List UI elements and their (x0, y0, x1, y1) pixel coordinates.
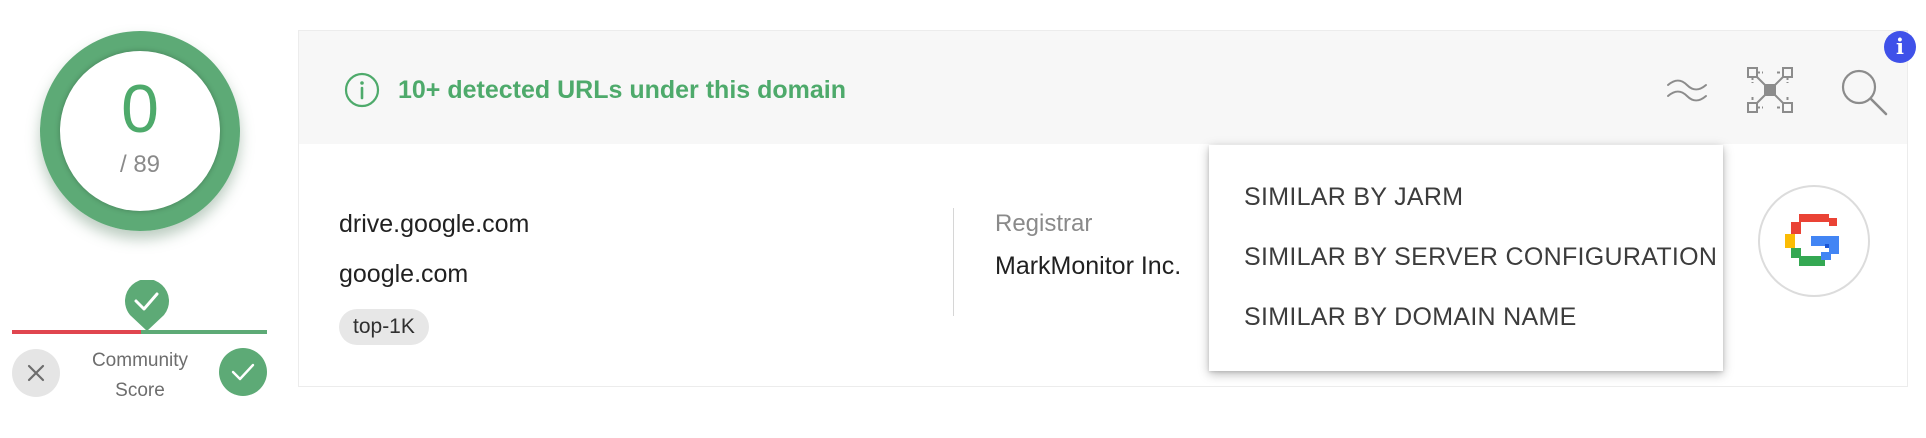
engines-total: / 89 (119, 151, 161, 178)
divider (953, 208, 954, 316)
similar-dropdown-menu: SIMILAR BY JARM SIMILAR BY SERVER CONFIG… (1209, 145, 1723, 371)
domain-favicon (1758, 185, 1870, 297)
detection-score-ring: 0 / 89 (40, 31, 240, 231)
community-score-label-line2: Score (115, 380, 165, 401)
info-icon (344, 72, 380, 108)
graph-button[interactable] (1746, 66, 1794, 114)
hostname-domain: google.com (339, 260, 469, 288)
community-score-label: Community Score (70, 346, 210, 406)
close-icon (27, 364, 45, 382)
tag-chip[interactable]: top-1K (339, 309, 429, 345)
wave-lines-icon (1667, 79, 1707, 102)
vote-harmful-button[interactable] (12, 349, 60, 397)
info-badge[interactable]: i (1884, 31, 1916, 63)
detections-banner: 10+ detected URLs under this domain (299, 31, 1907, 144)
vote-harmless-button[interactable] (219, 348, 267, 396)
search-button[interactable] (1838, 66, 1890, 118)
registrar-value: MarkMonitor Inc. (995, 252, 1182, 280)
search-icon (1841, 69, 1888, 116)
registrar-label: Registrar (995, 210, 1093, 237)
community-score-marker-icon (124, 279, 170, 332)
detection-count: 0 (121, 71, 159, 147)
hostname-primary: drive.google.com (339, 210, 530, 238)
google-logo-icon (1785, 214, 1839, 266)
checkmark-icon (231, 363, 255, 381)
community-score-label-line1: Community (91, 350, 189, 371)
community-score-bar-negative (12, 330, 141, 334)
menu-item-similar-by-domain-name[interactable]: SIMILAR BY DOMAIN NAME (1244, 302, 1577, 332)
menu-item-similar-by-server-configuration[interactable]: SIMILAR BY SERVER CONFIGURATION (1244, 242, 1717, 272)
similar-button[interactable] (1665, 71, 1709, 109)
graph-icon (1747, 67, 1793, 113)
menu-item-similar-by-jarm[interactable]: SIMILAR BY JARM (1244, 182, 1463, 212)
detected-urls-link[interactable]: 10+ detected URLs under this domain (398, 74, 846, 106)
